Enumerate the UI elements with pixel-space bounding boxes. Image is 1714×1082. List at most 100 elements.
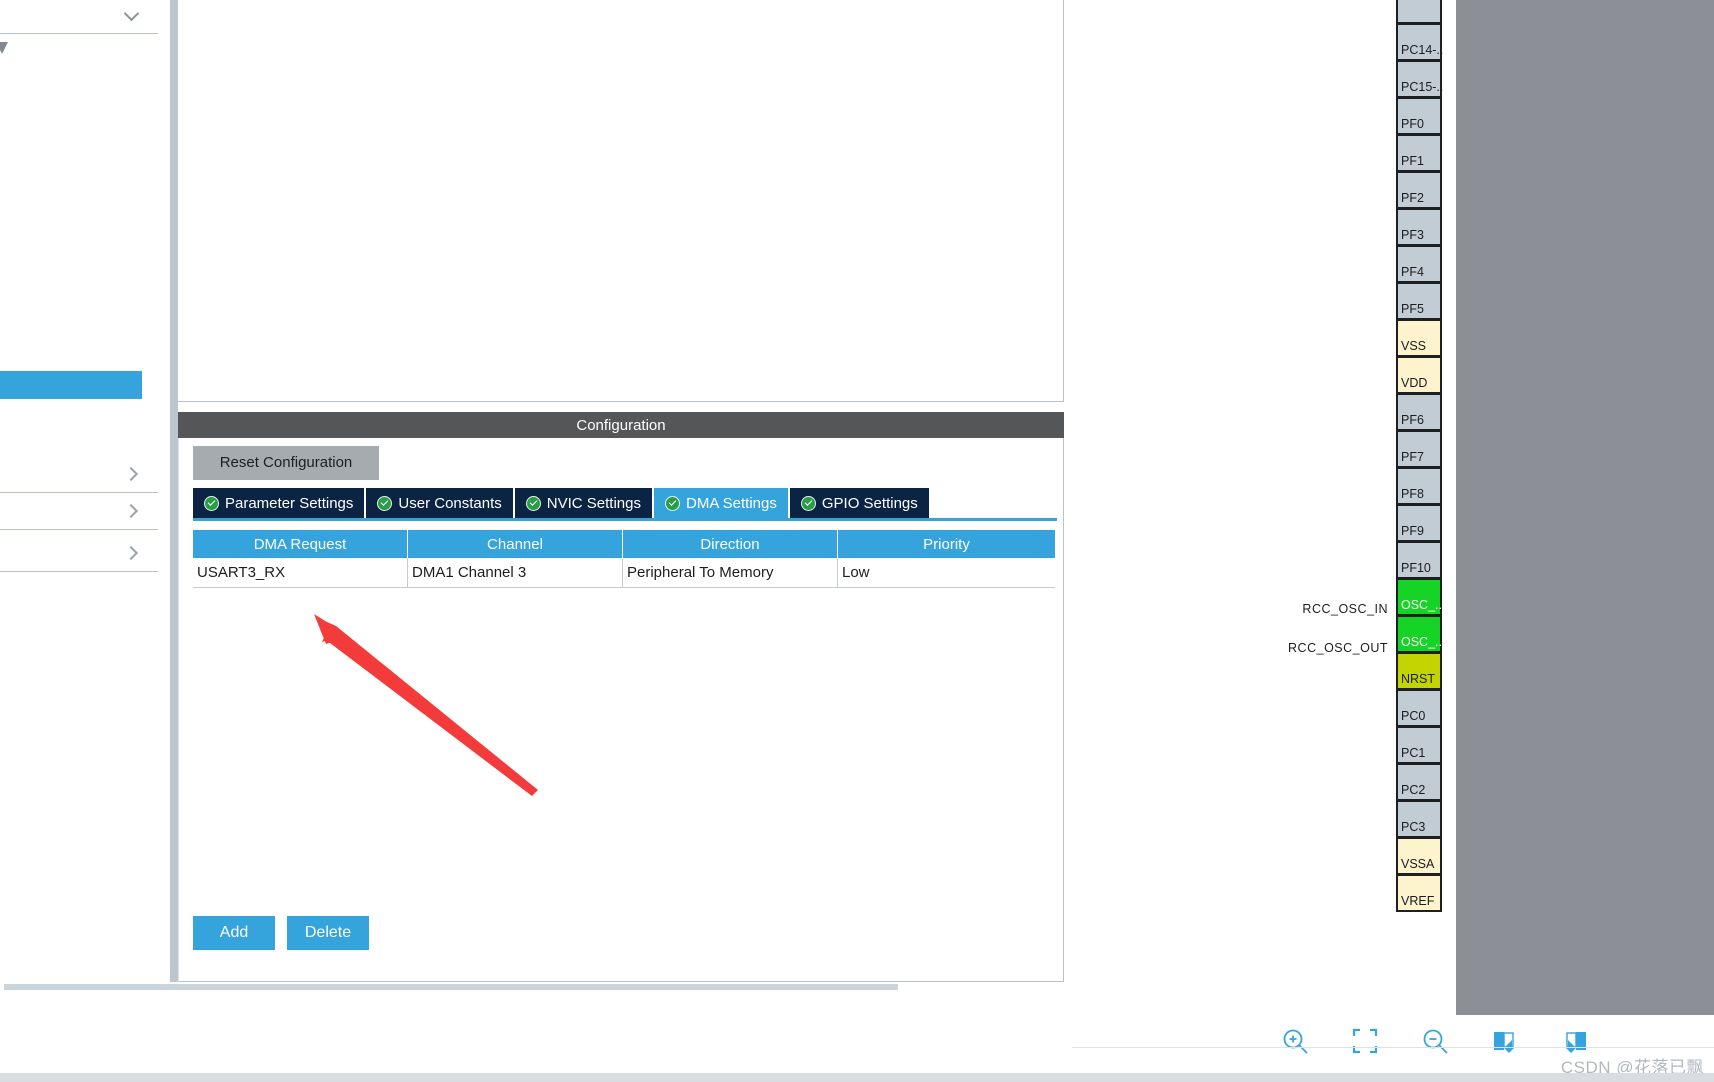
tab-active-underline xyxy=(193,518,1057,521)
sidebar-divider xyxy=(0,529,158,530)
chip-pin[interactable]: PF1 xyxy=(1396,134,1442,172)
table-action-buttons: Add Delete xyxy=(193,916,369,950)
chip-pin-label: PF4 xyxy=(1401,265,1424,279)
chip-pin[interactable]: PC15-.. xyxy=(1396,60,1444,98)
dma-settings-table: DMA Request Channel Direction Priority U… xyxy=(193,530,1055,588)
sidebar-item-group-3[interactable] xyxy=(0,535,158,571)
sidebar-item-selected[interactable] xyxy=(0,371,142,399)
left-sidebar xyxy=(0,0,170,1082)
chip-pin-label: VSS xyxy=(1401,339,1427,353)
zoom-in-icon[interactable] xyxy=(1280,1026,1310,1056)
chip-pin[interactable]: PC14-.. xyxy=(1396,23,1444,61)
column-header-priority[interactable]: Priority xyxy=(838,530,1055,558)
chip-pin-label: PF0 xyxy=(1401,117,1424,131)
cell-dma-request: USART3_RX xyxy=(193,558,408,587)
chip-pin[interactable]: PC0 xyxy=(1396,689,1442,727)
chip-pin-label: PF9 xyxy=(1401,524,1424,538)
column-header-channel[interactable]: Channel xyxy=(408,530,623,558)
chip-pin[interactable]: PF6 xyxy=(1396,393,1442,431)
tab-nvic-settings[interactable]: NVIC Settings xyxy=(514,488,654,518)
sidebar-item-group-1[interactable] xyxy=(0,456,158,492)
chip-pin[interactable] xyxy=(1396,0,1442,24)
tab-label: User Constants xyxy=(398,494,502,512)
chip-pin-label: PF5 xyxy=(1401,302,1424,316)
chip-pin-label: VREF xyxy=(1401,894,1435,908)
chip-pin[interactable]: PF9 xyxy=(1396,504,1442,542)
chip-pin[interactable]: PF3 xyxy=(1396,208,1442,246)
configuration-body: Reset Configuration Parameter Settings U… xyxy=(178,438,1064,982)
zoom-out-icon[interactable] xyxy=(1420,1026,1450,1056)
check-circle-icon xyxy=(800,495,816,511)
configuration-header: Configuration xyxy=(178,412,1064,438)
column-header-dma-request[interactable]: DMA Request xyxy=(193,530,408,558)
chip-pin[interactable]: NRST xyxy=(1396,652,1442,690)
panel-bottom-strip xyxy=(170,982,1072,1082)
check-circle-icon xyxy=(204,495,219,511)
panel-bottom-band xyxy=(4,984,898,990)
cell-priority: Low xyxy=(842,564,870,581)
chip-pin[interactable]: PC3 xyxy=(1396,800,1442,838)
fit-to-screen-icon[interactable] xyxy=(1350,1026,1380,1056)
chip-canvas-area[interactable] xyxy=(178,0,1064,402)
chip-pin-column: PC14-.. PC15-.. PF0 PF1 PF2 PF3 PF4 PF5 VSS VDD PF… xyxy=(1396,0,1444,912)
reset-configuration-button[interactable]: Reset Configuration xyxy=(193,446,379,480)
tab-dma-settings[interactable]: DMA Settings xyxy=(654,488,790,518)
chip-pin[interactable]: VREF xyxy=(1396,874,1442,912)
add-button[interactable]: Add xyxy=(193,916,275,950)
chip-signal-label: RCC_OSC_IN xyxy=(1302,602,1388,616)
chip-pin-label: PF7 xyxy=(1401,450,1424,464)
window-bottom-edge xyxy=(0,1073,1714,1082)
tab-user-constants[interactable]: User Constants xyxy=(366,488,515,518)
check-circle-icon xyxy=(525,495,541,511)
check-circle-icon xyxy=(665,495,680,511)
chevron-right-icon xyxy=(126,547,138,559)
chip-pin-label: PC14-.. xyxy=(1401,43,1444,57)
sidebar-divider xyxy=(0,571,158,572)
chip-pin-label: OSC_.. xyxy=(1401,598,1442,612)
chip-pin[interactable]: PF8 xyxy=(1396,467,1442,505)
chip-pin[interactable]: PF5 xyxy=(1396,282,1442,320)
chip-pin[interactable]: VDD xyxy=(1396,356,1442,394)
chip-pin-label: PC15-.. xyxy=(1401,80,1444,94)
sidebar-header-row xyxy=(0,0,170,28)
chip-pin-label: PC1 xyxy=(1401,746,1426,760)
chip-pin-label: PF8 xyxy=(1401,487,1424,501)
rotate-right-icon[interactable] xyxy=(1490,1026,1520,1056)
column-header-direction[interactable]: Direction xyxy=(623,530,838,558)
chevron-down-icon[interactable] xyxy=(124,8,140,18)
chip-pin[interactable]: PC1 xyxy=(1396,726,1442,764)
tab-parameter-settings[interactable]: Parameter Settings xyxy=(193,488,367,518)
chip-pin[interactable]: OSC_.. xyxy=(1396,578,1442,616)
chip-pin-label: PF2 xyxy=(1401,191,1424,205)
chip-pin-label: PF6 xyxy=(1401,413,1424,427)
rotate-left-icon[interactable] xyxy=(1560,1026,1590,1056)
chip-pin-label: PF10 xyxy=(1401,561,1431,575)
chip-pin[interactable]: PF0 xyxy=(1396,97,1442,135)
tab-gpio-settings[interactable]: GPIO Settings xyxy=(789,488,931,518)
chip-pin-label: PC2 xyxy=(1401,783,1426,797)
chip-pin-label: VSSA xyxy=(1401,857,1435,871)
check-circle-icon xyxy=(377,495,393,511)
sidebar-item-group-2[interactable] xyxy=(0,493,158,529)
chip-pin[interactable]: PF4 xyxy=(1396,245,1442,283)
table-row[interactable]: USART3_RX DMA1 Channel 3 Peripheral To M… xyxy=(193,558,1055,588)
configuration-tabs: Parameter Settings User Constants NVIC S… xyxy=(193,488,1057,518)
chip-pin[interactable]: VSS xyxy=(1396,319,1442,357)
chip-pin[interactable]: VSSA xyxy=(1396,837,1442,875)
tab-label: Parameter Settings xyxy=(225,494,354,512)
chip-pin[interactable]: PF7 xyxy=(1396,430,1442,468)
watermark-rule xyxy=(1072,1047,1714,1048)
chip-pin[interactable]: PC2 xyxy=(1396,763,1442,801)
chip-pin[interactable]: OSC_.. xyxy=(1396,615,1442,653)
chip-pin[interactable]: PF10 xyxy=(1396,541,1442,579)
chip-pin-label: PF1 xyxy=(1401,154,1424,168)
sidebar-divider xyxy=(0,33,158,34)
delete-button[interactable]: Delete xyxy=(287,916,369,950)
tab-label: NVIC Settings xyxy=(546,494,641,512)
chip-pin-label: VDD xyxy=(1401,376,1428,390)
cell-channel: DMA1 Channel 3 xyxy=(408,558,623,587)
caret-down-icon xyxy=(0,42,8,54)
center-panel: Configuration Reset Configuration Parame… xyxy=(170,0,1072,1082)
chip-pin[interactable]: PF2 xyxy=(1396,171,1442,209)
chevron-right-icon xyxy=(126,505,138,517)
